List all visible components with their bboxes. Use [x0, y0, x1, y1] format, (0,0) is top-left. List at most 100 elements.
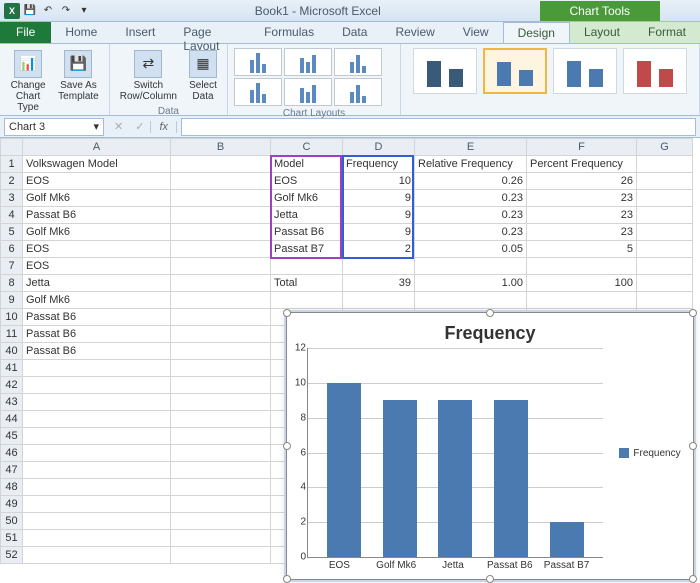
cell[interactable] — [637, 292, 693, 309]
col-header[interactable]: A — [23, 139, 171, 156]
cell[interactable]: 0.05 — [415, 241, 527, 258]
row-header[interactable]: 3 — [1, 190, 23, 207]
tab-design[interactable]: Design — [503, 22, 570, 43]
cell[interactable] — [171, 343, 271, 360]
cell[interactable] — [171, 496, 271, 513]
dropdown-icon[interactable]: ▾ — [93, 120, 99, 133]
cell[interactable]: 100 — [527, 275, 637, 292]
cell[interactable]: 9 — [343, 207, 415, 224]
fx-icon[interactable]: fx — [150, 121, 177, 133]
cell[interactable] — [527, 258, 637, 275]
cell[interactable]: 39 — [343, 275, 415, 292]
cancel-icon[interactable]: ✕ — [108, 120, 129, 133]
cell[interactable] — [343, 292, 415, 309]
grid-row[interactable]: 5Golf Mk6Passat B690.2323 — [1, 224, 693, 241]
cell[interactable] — [171, 377, 271, 394]
cell[interactable] — [171, 326, 271, 343]
row-header[interactable]: 2 — [1, 173, 23, 190]
cell[interactable]: Jetta — [271, 207, 343, 224]
cell[interactable] — [23, 377, 171, 394]
column-headers[interactable]: A B C D E F G — [1, 139, 693, 156]
cell[interactable] — [415, 258, 527, 275]
cell[interactable] — [171, 241, 271, 258]
cell[interactable]: Passat B6 — [271, 224, 343, 241]
name-box[interactable]: Chart 3 ▾ — [4, 118, 104, 136]
cell[interactable] — [171, 513, 271, 530]
grid-row[interactable]: 3Golf Mk6Golf Mk690.2323 — [1, 190, 693, 207]
cell[interactable]: EOS — [23, 173, 171, 190]
save-icon[interactable]: 💾 — [22, 3, 38, 19]
cell[interactable]: 1.00 — [415, 275, 527, 292]
grid-row[interactable]: 4Passat B6Jetta90.2323 — [1, 207, 693, 224]
col-header[interactable]: B — [171, 139, 271, 156]
grid-row[interactable]: 2EOSEOS100.2626 — [1, 173, 693, 190]
cell[interactable]: 0.23 — [415, 190, 527, 207]
style-item-selected[interactable] — [483, 48, 547, 94]
col-header[interactable]: D — [343, 139, 415, 156]
cell[interactable]: Passat B6 — [23, 326, 171, 343]
grid-row[interactable]: 6EOSPassat B720.055 — [1, 241, 693, 258]
cell[interactable] — [171, 309, 271, 326]
tab-review[interactable]: Review — [381, 22, 448, 43]
cell[interactable]: 23 — [527, 207, 637, 224]
row-header[interactable]: 41 — [1, 360, 23, 377]
cell[interactable]: 5 — [527, 241, 637, 258]
cell[interactable] — [171, 207, 271, 224]
cell[interactable]: Percent Frequency — [527, 156, 637, 173]
layout-item[interactable] — [334, 78, 382, 106]
cell[interactable] — [171, 462, 271, 479]
row-header[interactable]: 11 — [1, 326, 23, 343]
resize-handle[interactable] — [486, 309, 494, 317]
tab-view[interactable]: View — [449, 22, 503, 43]
redo-icon[interactable]: ↷ — [58, 3, 74, 19]
cell[interactable] — [23, 479, 171, 496]
cell[interactable] — [171, 224, 271, 241]
bar[interactable] — [383, 400, 417, 557]
embedded-chart[interactable]: Frequency 024681012 Frequency EOSGolf Mk… — [286, 312, 694, 580]
row-header[interactable]: 46 — [1, 445, 23, 462]
row-header[interactable]: 8 — [1, 275, 23, 292]
cell[interactable]: Volkswagen Model — [23, 156, 171, 173]
cell[interactable]: 23 — [527, 224, 637, 241]
cell[interactable] — [637, 241, 693, 258]
select-data-button[interactable]: ▦ Select Data — [185, 48, 221, 104]
cell[interactable] — [171, 530, 271, 547]
cell[interactable] — [171, 292, 271, 309]
grid-row[interactable]: 1Volkswagen ModelModelFrequencyRelative … — [1, 156, 693, 173]
cell[interactable]: Frequency — [343, 156, 415, 173]
row-header[interactable]: 51 — [1, 530, 23, 547]
cell[interactable] — [171, 173, 271, 190]
style-item[interactable] — [413, 48, 477, 94]
cell[interactable] — [171, 156, 271, 173]
cell[interactable] — [343, 258, 415, 275]
cell[interactable] — [637, 190, 693, 207]
cell[interactable]: EOS — [23, 241, 171, 258]
cell[interactable]: Passat B7 — [271, 241, 343, 258]
cell[interactable]: Jetta — [23, 275, 171, 292]
row-header[interactable]: 7 — [1, 258, 23, 275]
tab-insert[interactable]: Insert — [111, 22, 169, 43]
cell[interactable] — [23, 530, 171, 547]
cell[interactable]: Golf Mk6 — [271, 190, 343, 207]
chart-title[interactable]: Frequency — [287, 313, 693, 348]
formula-input[interactable] — [181, 118, 696, 136]
row-header[interactable]: 50 — [1, 513, 23, 530]
row-header[interactable]: 40 — [1, 343, 23, 360]
cell[interactable] — [637, 207, 693, 224]
row-header[interactable]: 1 — [1, 156, 23, 173]
cell[interactable] — [23, 462, 171, 479]
cell[interactable]: 0.23 — [415, 224, 527, 241]
grid-row[interactable]: 8JettaTotal391.00100 — [1, 275, 693, 292]
cell[interactable]: 0.23 — [415, 207, 527, 224]
resize-handle[interactable] — [689, 309, 697, 317]
col-header[interactable]: G — [637, 139, 693, 156]
file-tab[interactable]: File — [0, 22, 51, 43]
cell[interactable] — [171, 275, 271, 292]
cell[interactable]: 2 — [343, 241, 415, 258]
cell[interactable] — [271, 292, 343, 309]
cell[interactable] — [527, 292, 637, 309]
row-header[interactable]: 44 — [1, 411, 23, 428]
row-header[interactable]: 45 — [1, 428, 23, 445]
cell[interactable] — [171, 547, 271, 564]
grid-row[interactable]: 7EOS — [1, 258, 693, 275]
